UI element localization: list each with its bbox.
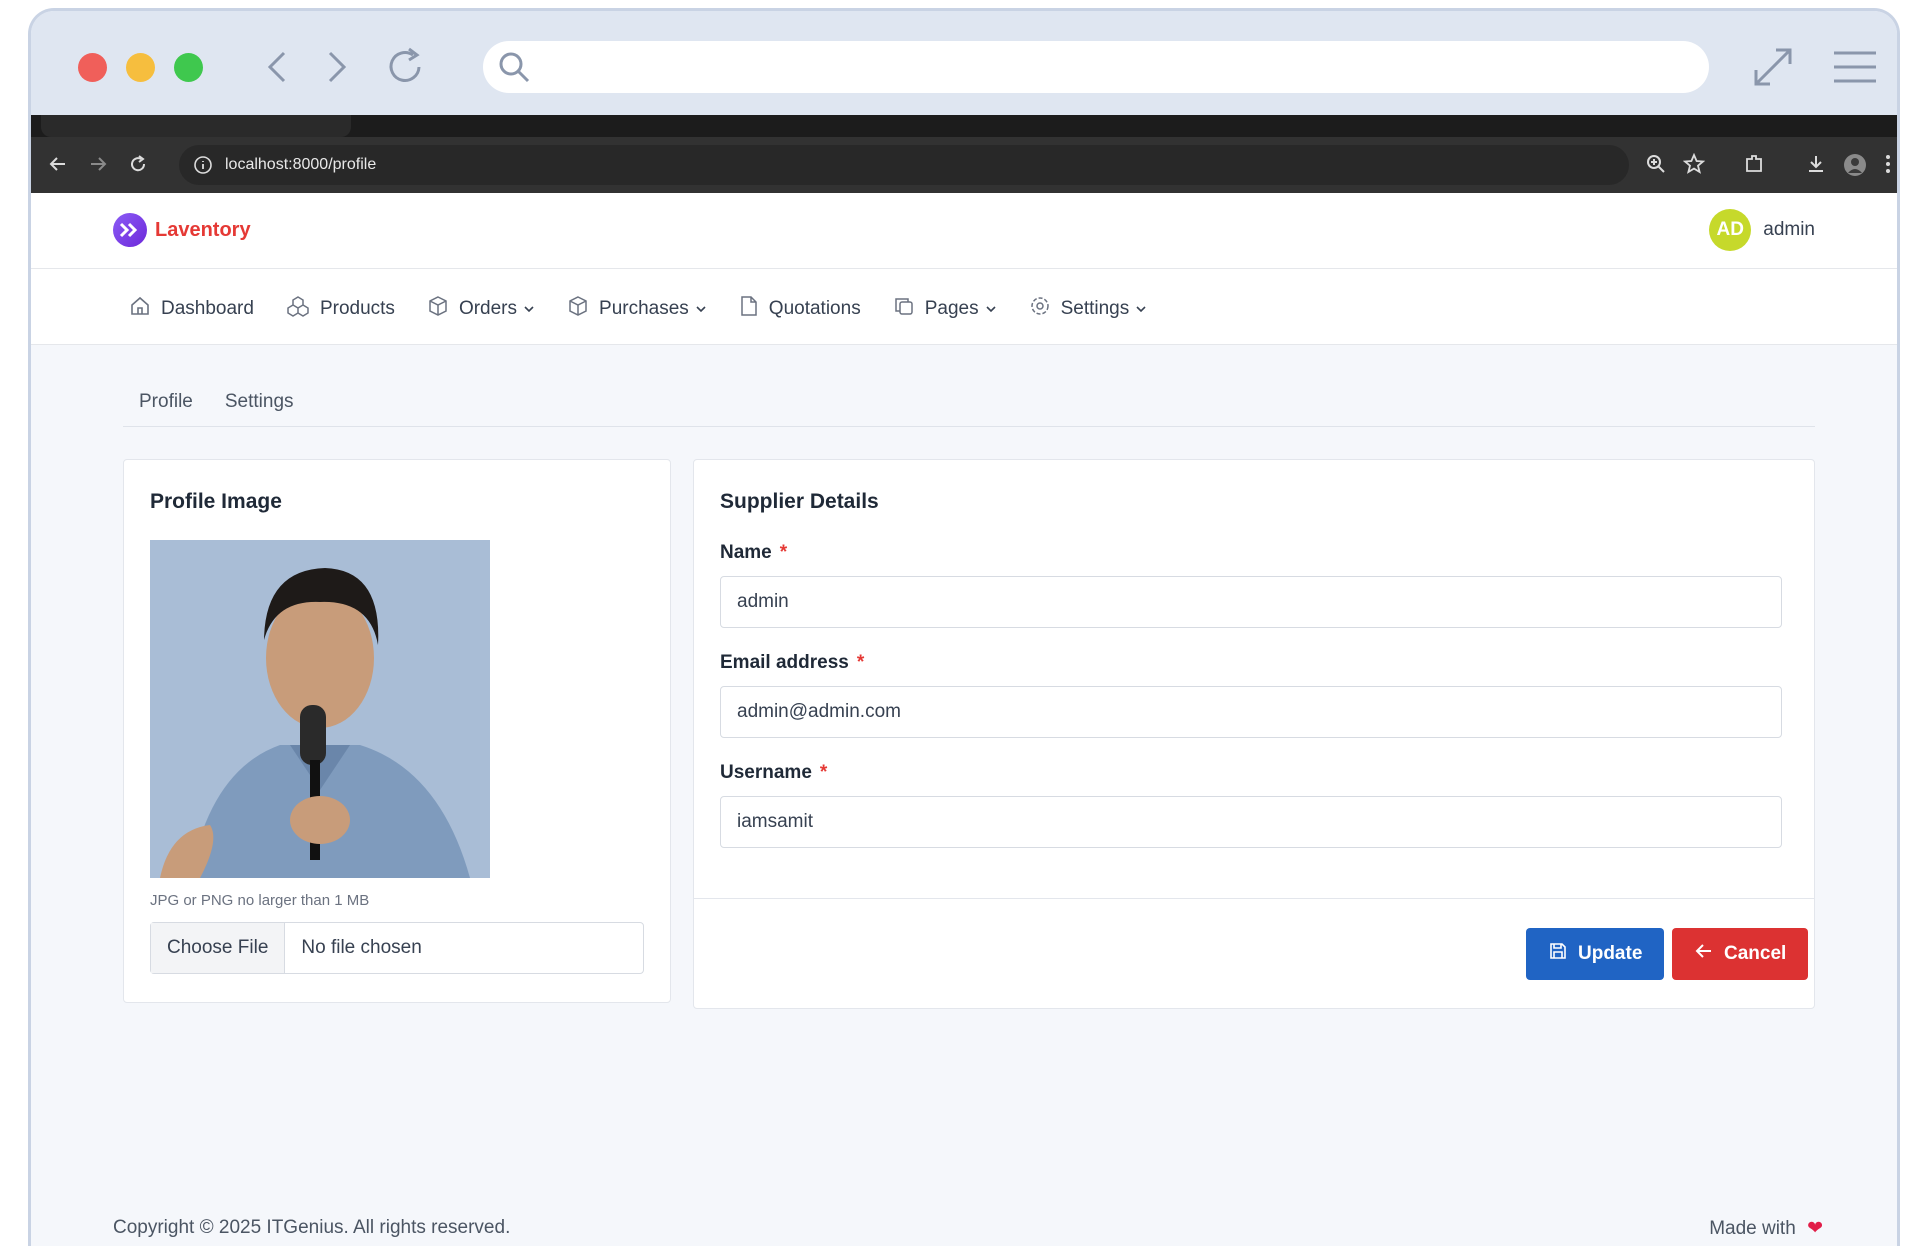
name-label: Name * [720, 542, 787, 564]
back-arrow-icon[interactable] [47, 153, 69, 180]
gear-icon [1029, 295, 1051, 323]
chrome-tab-strip [31, 115, 1897, 137]
nav-item-label: Orders [458, 298, 518, 319]
file-status: No file chosen [301, 937, 422, 958]
package-icon [427, 295, 449, 323]
profile-photo [150, 540, 490, 878]
nav-item-label: Purchases [599, 298, 689, 319]
address-bar[interactable]: localhost:8000/profile [179, 145, 1629, 185]
tab-profile[interactable]: Profile [139, 391, 193, 426]
profile-image-card: Profile Image JPG or PNG no larger than … [123, 459, 671, 1003]
nav-item-settings[interactable]: Settings [1029, 295, 1148, 323]
nav-item-dashboard[interactable]: Dashboard [129, 295, 254, 323]
made-with: Made with ❤ [1709, 1217, 1823, 1240]
mac-search-bar[interactable] [483, 41, 1709, 93]
fullscreen-icon[interactable] [1749, 43, 1797, 91]
user-menu[interactable]: AD admin [1709, 209, 1815, 251]
mac-reload-icon[interactable] [381, 43, 429, 91]
supplier-details-title: Supplier Details [720, 490, 879, 513]
card-footer-divider [694, 898, 1814, 899]
browser-window: localhost:8000/profile Laventory AD admi… [28, 8, 1900, 1246]
email-field[interactable] [720, 686, 1782, 738]
package-icon [567, 295, 589, 323]
mac-forward-icon[interactable] [313, 43, 361, 91]
nav-item-label: Quotations [768, 298, 861, 319]
site-info-icon[interactable] [193, 155, 213, 180]
arrow-left-icon [1694, 941, 1714, 967]
minimize-window-button[interactable] [126, 53, 155, 82]
zoom-icon[interactable] [1645, 153, 1667, 180]
profile-avatar-icon[interactable] [1843, 153, 1867, 182]
made-with-text: Made with [1709, 1218, 1796, 1239]
nav-item-label: Products [319, 298, 395, 319]
supplier-details-card: Supplier Details Name * Email address * Us… [693, 459, 1815, 1009]
update-button-label: Update [1578, 943, 1643, 964]
brand-name: Laventory [155, 218, 251, 241]
download-icon[interactable] [1805, 153, 1827, 180]
email-label: Email address * [720, 652, 864, 674]
required-mark: * [856, 652, 865, 673]
copyright-text: Copyright © 2025 ITGenius. All rights re… [113, 1217, 511, 1238]
forward-arrow-icon[interactable] [87, 153, 109, 180]
update-button[interactable]: Update [1526, 928, 1665, 980]
chevron-down-icon [523, 298, 535, 320]
required-mark: * [779, 542, 788, 563]
reload-icon[interactable] [127, 153, 149, 180]
chrome-active-tab[interactable] [41, 115, 351, 137]
choose-file-button[interactable]: Choose File [151, 923, 286, 973]
nav-item-products[interactable]: Products [286, 295, 395, 323]
username-field[interactable] [720, 796, 1782, 848]
username-label: Username * [720, 762, 827, 784]
profile-subtabs: Profile Settings [123, 371, 1815, 427]
chevron-down-icon [985, 298, 997, 320]
copy-icon [893, 295, 915, 323]
maximize-window-button[interactable] [174, 53, 203, 82]
extensions-icon[interactable] [1743, 153, 1765, 180]
chevron-down-icon [695, 298, 707, 320]
heart-icon: ❤ [1807, 1218, 1823, 1239]
profile-image-title: Profile Image [150, 490, 282, 513]
boxes-icon [286, 295, 310, 323]
nav-item-pages[interactable]: Pages [893, 295, 997, 323]
name-field[interactable] [720, 576, 1782, 628]
username-label-text: Username [720, 762, 812, 783]
nav-item-label: Dashboard [161, 298, 254, 319]
close-window-button[interactable] [78, 53, 107, 82]
mac-back-icon[interactable] [253, 43, 301, 91]
file-input[interactable]: Choose File No file chosen [150, 922, 644, 974]
email-label-text: Email address [720, 652, 849, 673]
chrome-toolbar: localhost:8000/profile [31, 137, 1897, 193]
save-icon [1548, 941, 1568, 967]
chevron-down-icon [1135, 298, 1147, 320]
url-text: localhost:8000/profile [225, 156, 377, 173]
mac-title-bar [31, 11, 1897, 115]
cancel-button-label: Cancel [1724, 943, 1787, 964]
avatar: AD [1709, 209, 1752, 251]
name-label-text: Name [720, 542, 772, 563]
cancel-button[interactable]: Cancel [1672, 928, 1809, 980]
file-icon [739, 295, 759, 323]
user-name: admin [1763, 219, 1815, 240]
bookmark-star-icon[interactable] [1682, 152, 1706, 180]
nav-item-label: Settings [1060, 298, 1130, 319]
more-vertical-icon[interactable] [1883, 153, 1893, 180]
menu-icon[interactable] [1831, 43, 1879, 91]
nav-item-label: Pages [924, 298, 979, 319]
app-header: Laventory AD admin [31, 193, 1897, 269]
file-hint: JPG or PNG no larger than 1 MB [150, 892, 370, 909]
search-icon [497, 50, 531, 89]
tab-settings[interactable]: Settings [225, 391, 294, 426]
brand-logo-link[interactable]: Laventory [113, 213, 251, 247]
nav-item-quotations[interactable]: Quotations [739, 295, 861, 323]
home-icon [129, 295, 151, 323]
required-mark: * [819, 762, 828, 783]
nav-item-orders[interactable]: Orders [427, 295, 535, 323]
nav-item-purchases[interactable]: Purchases [567, 295, 707, 323]
brand-logo-icon [113, 213, 147, 247]
main-nav: Dashboard Products Orders Purchases Quot… [31, 269, 1897, 345]
page-footer: Copyright © 2025 ITGenius. All rights re… [113, 1217, 1823, 1240]
